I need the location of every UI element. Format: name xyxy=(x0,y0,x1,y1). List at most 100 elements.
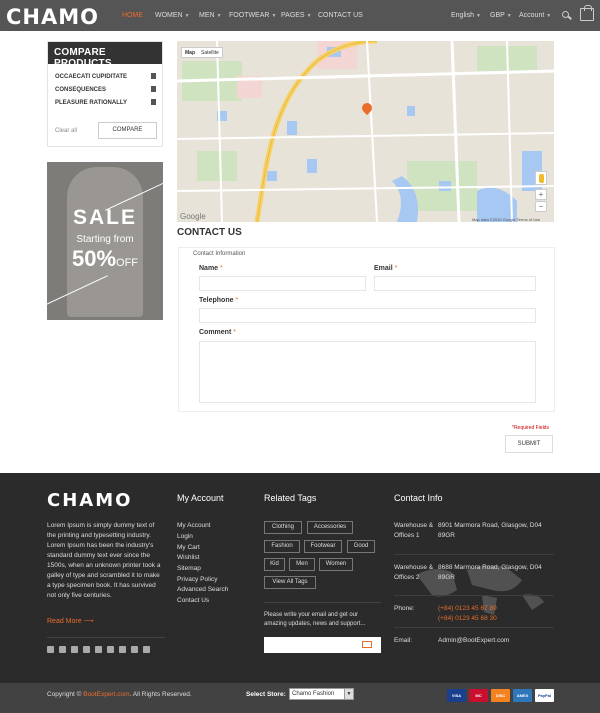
tag-button[interactable]: Kid xyxy=(264,558,285,571)
name-field[interactable] xyxy=(199,276,366,291)
map-type-toggle[interactable]: Map Satellite xyxy=(181,47,223,58)
satellite-tab[interactable]: Satellite xyxy=(198,48,222,58)
chevron-down-icon: ▼ xyxy=(271,13,277,19)
site-logo[interactable]: CHAMO xyxy=(6,5,99,29)
sale-banner[interactable]: SALE Starting from 50%OFF xyxy=(47,162,163,320)
warehouse2-address: 8688 Marmora Road, Glasgow, D04 89GR xyxy=(438,564,542,581)
search-icon[interactable] xyxy=(562,11,569,18)
envelope-icon[interactable] xyxy=(362,641,372,648)
footer-link[interactable]: Wishlist xyxy=(177,554,199,561)
google-plus-icon[interactable] xyxy=(119,646,126,653)
required-star: * xyxy=(394,265,398,272)
sale-subheading: Starting from xyxy=(76,234,134,245)
tag-button[interactable]: View All Tags xyxy=(264,576,316,589)
compare-title: COMPARE PRODUCTS xyxy=(48,42,162,69)
tag-button[interactable]: Accessories xyxy=(307,521,353,534)
comment-textarea[interactable] xyxy=(199,341,536,403)
required-star: * xyxy=(233,329,236,336)
trash-icon[interactable] xyxy=(151,99,156,105)
comment-label-text: Comment xyxy=(199,329,232,336)
pinterest-icon[interactable] xyxy=(107,646,114,653)
currency-selector[interactable]: GBP ▼ xyxy=(490,12,512,19)
contact-section-label: Contact Information xyxy=(193,251,246,257)
copyright-prefix: Copyright © xyxy=(47,691,84,698)
sale-percent: 50%OFF xyxy=(47,246,163,272)
read-more-label: Read More xyxy=(47,618,82,625)
tag-button[interactable]: Women xyxy=(319,558,353,571)
footer-link[interactable]: My Cart xyxy=(177,544,200,551)
required-fields-note: *Required Fields xyxy=(512,425,549,431)
nav-contact-us[interactable]: CONTACT US xyxy=(318,12,363,19)
map-attribution[interactable]: Map data ©2015 Google Terms of Use xyxy=(472,217,540,222)
discover-icon: DISC xyxy=(491,689,510,702)
compare-button[interactable]: COMPARE xyxy=(98,122,157,139)
store-select[interactable]: Chamo Fashion ▼ xyxy=(289,688,354,700)
zoom-in-button[interactable]: + xyxy=(535,189,547,200)
footer-description: Lorem Ipsum is simply dummy text of the … xyxy=(47,522,161,599)
footer-link[interactable]: Sitemap xyxy=(177,565,201,572)
tumblr-icon[interactable] xyxy=(131,646,138,653)
nav-men[interactable]: MEN ▼ xyxy=(199,12,222,19)
tag-button[interactable]: Clothing xyxy=(264,521,302,534)
cart-icon[interactable] xyxy=(580,5,594,21)
compare-item[interactable]: OCCAECATI CUPIDITATE xyxy=(55,74,127,80)
tag-button[interactable]: Fashion xyxy=(264,540,300,553)
telephone-label: Telephone * xyxy=(199,297,238,304)
account-label: Account xyxy=(519,12,545,19)
street-view-icon[interactable] xyxy=(535,171,547,185)
required-star: * xyxy=(220,265,223,272)
footer-divider xyxy=(394,627,554,628)
footer-link[interactable]: Login xyxy=(177,533,193,540)
facebook-icon[interactable] xyxy=(47,646,54,653)
footer-link[interactable]: My Account xyxy=(177,522,211,529)
trash-icon[interactable] xyxy=(151,86,156,92)
name-label: Name * xyxy=(199,265,223,272)
contact-email[interactable]: Admin@BootExpert.com xyxy=(438,636,509,646)
warehouse2-label: Warehouse & Offices 2 xyxy=(394,564,434,581)
compare-item[interactable]: CONSEQUENCES xyxy=(55,87,106,93)
language-selector[interactable]: English ▼ xyxy=(451,12,481,19)
nav-footwear[interactable]: FOOTWEAR ▼ xyxy=(229,12,276,19)
tag-button[interactable]: Men xyxy=(289,558,315,571)
store-select-value: Chamo Fashion xyxy=(292,691,335,697)
nav-home[interactable]: HOME xyxy=(122,12,143,19)
vimeo-icon[interactable] xyxy=(143,646,150,653)
mastercard-icon: MC xyxy=(469,689,488,702)
twitter-icon[interactable] xyxy=(59,646,66,653)
clear-all-link[interactable]: Clear all xyxy=(55,128,77,134)
telephone-field[interactable] xyxy=(199,308,536,323)
account-menu[interactable]: Account ▼ xyxy=(519,12,551,19)
zoom-out-button[interactable]: − xyxy=(535,201,547,212)
footer-link[interactable]: Privacy Policy xyxy=(177,576,217,583)
submit-button[interactable]: SUBMIT xyxy=(505,435,553,453)
email-label-text: Email xyxy=(374,265,393,272)
warehouse1-address: 8901 Marmora Road, Glasgow, D04 89GR xyxy=(438,522,542,539)
chevron-down-icon: ▼ xyxy=(344,689,353,699)
google-map[interactable]: Map Satellite + − Google Map data ©2015 G… xyxy=(177,41,554,222)
nav-women-label: WOMEN xyxy=(155,12,183,19)
linkedin-icon[interactable] xyxy=(83,646,90,653)
compare-item[interactable]: PLEASURE RATIONALLY xyxy=(55,100,127,106)
footer-link[interactable]: Advanced Search xyxy=(177,586,228,593)
visa-icon: VISA xyxy=(447,689,466,702)
trash-icon[interactable] xyxy=(151,73,156,79)
currency-label: GBP xyxy=(490,12,505,19)
google-logo: Google xyxy=(180,212,206,221)
tag-button[interactable]: Footwear xyxy=(304,540,342,553)
instagram-icon[interactable] xyxy=(71,646,78,653)
phone-number[interactable]: (+84) 0123 45 68 30 xyxy=(438,614,497,624)
read-more-link[interactable]: Read More ⟶ xyxy=(47,617,94,625)
nav-pages[interactable]: PAGES ▼ xyxy=(281,12,312,19)
newsletter-text: Please write your email and get our amaz… xyxy=(264,612,366,627)
brand-link[interactable]: BootExpert.com xyxy=(83,691,129,698)
nav-men-label: MEN xyxy=(199,12,215,19)
language-label: English xyxy=(451,12,474,19)
nav-women[interactable]: WOMEN ▼ xyxy=(155,12,190,19)
map-tab[interactable]: Map xyxy=(182,48,198,58)
email-field[interactable] xyxy=(374,276,536,291)
footer-link[interactable]: Contact Us xyxy=(177,597,209,604)
related-tags-heading: Related Tags xyxy=(264,493,317,503)
phone-number[interactable]: (+84) 0123 45 67 89 xyxy=(438,604,497,614)
tag-button[interactable]: Good xyxy=(347,540,375,553)
flickr-icon[interactable] xyxy=(95,646,102,653)
